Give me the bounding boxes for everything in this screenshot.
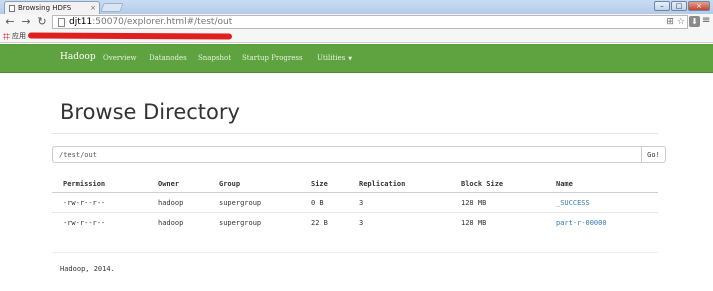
column-header-permission[interactable]: Permission — [63, 180, 105, 188]
forward-arrow-icon[interactable]: → — [20, 16, 32, 28]
cell-block-size: 128 MB — [461, 219, 487, 227]
brand-link[interactable]: Hadoop — [60, 52, 96, 62]
menu-icon[interactable]: ≡ — [702, 15, 710, 26]
apps-icon[interactable] — [3, 33, 10, 40]
cell-owner: hadoop — [158, 219, 184, 227]
file-link[interactable]: part-r-00000 — [556, 219, 607, 227]
column-header-owner[interactable]: Owner — [158, 180, 179, 188]
bookmark-star-icon[interactable]: ☆ — [677, 17, 685, 27]
cell-owner: hadoop — [158, 199, 184, 207]
nav-startup-progress[interactable]: Startup Progress — [242, 54, 303, 62]
cell-permission: -rw-r--r-- — [63, 199, 106, 207]
address-bar[interactable]: djt11:50070/explorer.html#/test/out ⊞ ☆ — [52, 15, 688, 29]
browser-titlebar: Browsing HDFS × – □ × — [0, 0, 713, 14]
column-header-group[interactable]: Group — [219, 180, 240, 188]
new-tab-button[interactable] — [100, 3, 124, 12]
browser-toolbar: ← → ↻ djt11:50070/explorer.html#/test/ou… — [0, 14, 713, 30]
maximize-button[interactable]: □ — [671, 1, 687, 11]
cell-size: 22 B — [311, 219, 328, 227]
cell-permission: -rw-r--r-- — [63, 219, 106, 227]
redaction-mark — [27, 32, 233, 40]
hadoop-navbar: Hadoop Overview Datanodes Snapshot Start… — [0, 44, 713, 73]
table-row-divider — [52, 212, 658, 213]
cell-replication: 3 — [359, 219, 364, 227]
file-link[interactable]: _SUCCESS — [556, 199, 590, 207]
nav-datanodes[interactable]: Datanodes — [149, 54, 187, 62]
column-header-size[interactable]: Size — [311, 180, 328, 188]
column-header-block-size[interactable]: Block Size — [461, 180, 503, 188]
bookmarks-bar: 应用 — [0, 30, 713, 43]
footer-text: Hadoop, 2014. — [60, 265, 115, 273]
apps-label[interactable]: 应用 — [12, 31, 26, 41]
tab-close-icon[interactable]: × — [90, 4, 96, 12]
browser-tab[interactable]: Browsing HDFS × — [4, 1, 100, 14]
translate-icon[interactable]: ⊞ — [666, 17, 674, 27]
page-icon — [58, 17, 65, 27]
download-icon[interactable]: ⬇ — [689, 16, 700, 27]
cell-replication: 3 — [359, 199, 364, 207]
cell-size: 0 B — [311, 199, 324, 207]
close-window-button[interactable]: × — [688, 1, 710, 11]
nav-utilities[interactable]: Utilities ▼ — [317, 54, 352, 62]
reload-icon[interactable]: ↻ — [36, 16, 48, 28]
column-header-name[interactable]: Name — [556, 180, 573, 188]
back-arrow-icon[interactable]: ← — [4, 16, 16, 28]
go-button[interactable]: Go! — [641, 146, 666, 163]
minimize-button[interactable]: – — [654, 1, 670, 11]
window-controls: – □ × — [654, 1, 710, 11]
cell-group: supergroup — [219, 199, 262, 207]
cell-block-size: 128 MB — [461, 199, 487, 207]
page-icon — [9, 4, 15, 12]
table-header-divider — [52, 192, 658, 193]
nav-snapshot[interactable]: Snapshot — [198, 54, 231, 62]
nav-overview[interactable]: Overview — [103, 54, 137, 62]
tab-title: Browsing HDFS — [18, 4, 72, 12]
divider — [52, 133, 658, 134]
footer-divider — [52, 252, 658, 253]
cell-group: supergroup — [219, 219, 262, 227]
url-path: :50070/explorer.html#/test/out — [92, 17, 233, 27]
nav-utilities-label: Utilities — [317, 54, 346, 62]
column-header-replication[interactable]: Replication — [359, 180, 405, 188]
caret-down-icon: ▼ — [348, 56, 353, 62]
page-title: Browse Directory — [60, 100, 240, 124]
directory-input[interactable]: /test/out — [52, 146, 642, 163]
url-host: djt11 — [69, 17, 93, 27]
